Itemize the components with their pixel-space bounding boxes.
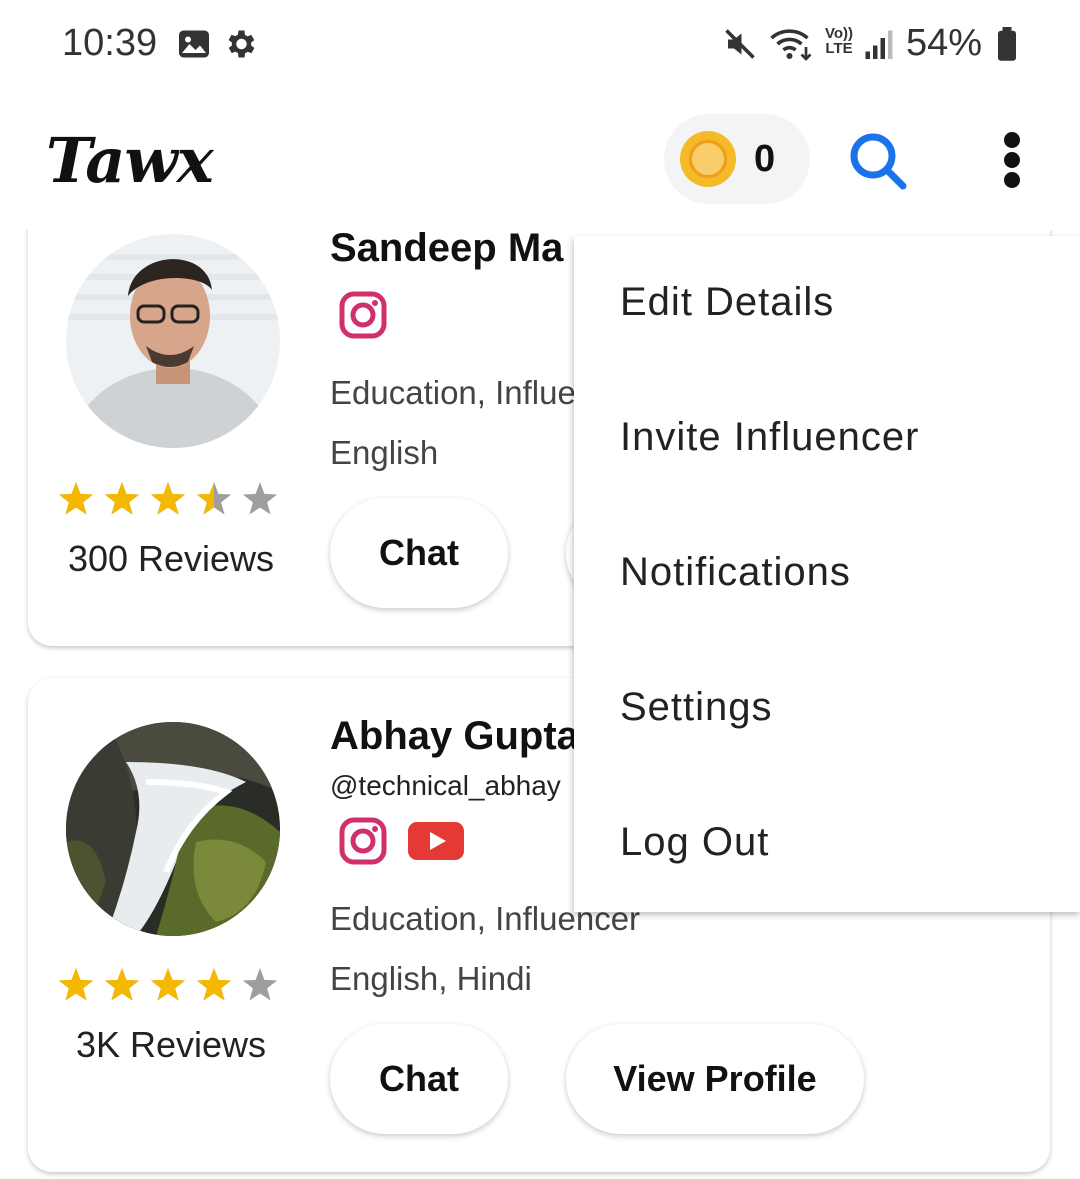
menu-item-edit-details[interactable]: Edit Details — [620, 280, 834, 325]
gear-icon — [222, 26, 258, 67]
rating-stars — [58, 480, 288, 520]
chat-button[interactable]: Chat — [330, 498, 508, 608]
rating-stars — [58, 966, 288, 1006]
mute-icon — [722, 26, 758, 67]
menu-item-settings[interactable]: Settings — [620, 685, 773, 730]
menu-item-notifications[interactable]: Notifications — [620, 550, 851, 595]
star-empty-icon — [242, 482, 278, 515]
status-bar: 10:39 Vo)) LTE 54% — [0, 0, 1080, 90]
creator-handle: @technical_abhay — [330, 770, 561, 801]
wifi-icon — [768, 26, 814, 67]
star-filled-icon — [150, 482, 186, 515]
menu-item-invite-influencer[interactable]: Invite Influencer — [620, 415, 919, 460]
menu-item-log-out[interactable]: Log Out — [620, 820, 769, 865]
instagram-icon[interactable] — [338, 816, 388, 871]
star-filled-icon — [150, 968, 186, 1001]
review-count: 3K Reviews — [75, 1024, 267, 1065]
app-logo: Tawx — [46, 124, 214, 197]
more-options-button[interactable] — [990, 128, 1034, 192]
creator-languages: English, Hindi — [330, 960, 532, 997]
coin-count: 0 — [754, 138, 776, 180]
search-button[interactable] — [846, 130, 910, 194]
star-filled-icon — [58, 482, 94, 515]
creator-name: Abhay Gupta — [330, 714, 579, 758]
star-filled-icon — [104, 482, 140, 515]
view-profile-button[interactable]: View Profile — [566, 1024, 864, 1134]
star-filled-icon — [58, 968, 94, 1001]
creator-languages: English — [330, 434, 439, 471]
status-time: 10:39 — [62, 22, 158, 64]
volte-icon: Vo)) LTE — [824, 25, 854, 57]
review-count: 300 Reviews — [67, 538, 275, 579]
coin-balance-button[interactable]: 0 — [664, 114, 810, 204]
chat-button[interactable]: Chat — [330, 1024, 508, 1134]
gallery-icon — [176, 26, 212, 67]
star-filled-icon — [104, 968, 140, 1001]
instagram-icon[interactable] — [338, 290, 388, 345]
creator-avatar — [66, 234, 280, 448]
creator-avatar — [66, 722, 280, 936]
more-vertical-icon — [1004, 132, 1020, 148]
coin-icon — [680, 131, 736, 187]
creator-name: Sandeep Ma — [330, 226, 564, 270]
creator-category: Education, Influe — [330, 374, 576, 411]
battery-percentage: 54% — [906, 22, 983, 64]
signal-icon — [864, 26, 894, 67]
youtube-icon[interactable] — [408, 820, 464, 867]
app-bar: Tawx 0 — [0, 90, 1080, 230]
overflow-menu: Edit Details Invite Influencer Notificat… — [574, 236, 1080, 912]
star-empty-icon — [242, 968, 278, 1001]
star-filled-icon — [196, 968, 232, 1001]
search-icon — [850, 133, 907, 190]
battery-icon — [994, 27, 1020, 68]
